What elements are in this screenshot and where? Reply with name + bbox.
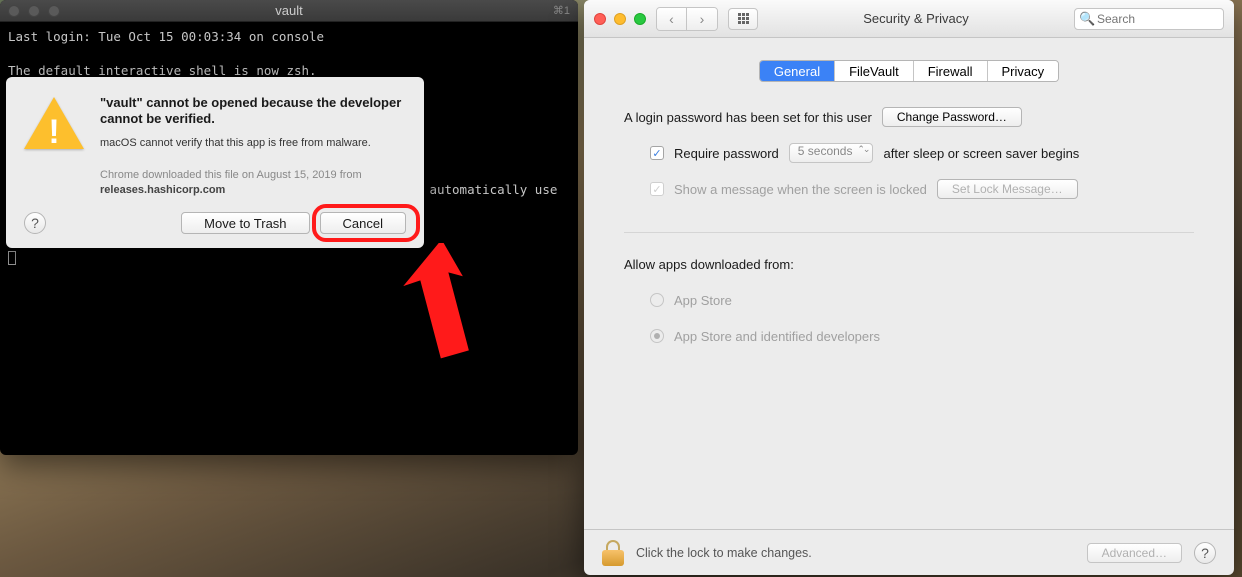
grid-icon bbox=[738, 13, 749, 24]
login-password-text: A login password has been set for this u… bbox=[624, 110, 872, 125]
cancel-label: Cancel bbox=[343, 216, 383, 231]
warning-icon: ! bbox=[24, 95, 84, 155]
terminal-titlebar: vault ⌘1 bbox=[0, 0, 578, 22]
prefs-footer: Click the lock to make changes. Advanced… bbox=[584, 529, 1234, 575]
prefs-body: A login password has been set for this u… bbox=[584, 82, 1234, 349]
prefs-traffic-lights bbox=[594, 13, 646, 25]
dialog-meta-source: releases.hashicorp.com bbox=[100, 184, 225, 196]
tab-privacy-label: Privacy bbox=[1002, 64, 1045, 79]
lock-icon[interactable] bbox=[602, 540, 624, 566]
tab-firewall[interactable]: Firewall bbox=[913, 61, 987, 81]
allow-identified-label: App Store and identified developers bbox=[674, 329, 880, 344]
zoom-icon[interactable] bbox=[634, 13, 646, 25]
set-lock-message-label: Set Lock Message… bbox=[952, 182, 1063, 196]
forward-button[interactable]: › bbox=[687, 8, 717, 30]
tab-general[interactable]: General bbox=[760, 61, 834, 81]
dialog-meta-prefix: Chrome downloaded this file on August 15… bbox=[100, 169, 362, 181]
prefs-title: Security & Privacy bbox=[768, 11, 1064, 26]
dialog-subtitle: macOS cannot verify that this app is fre… bbox=[100, 136, 406, 151]
change-password-button[interactable]: Change Password… bbox=[882, 107, 1022, 127]
terminal-title: vault bbox=[0, 3, 578, 18]
advanced-button: Advanced… bbox=[1087, 543, 1182, 563]
require-password-label: Require password bbox=[674, 146, 779, 161]
advanced-label: Advanced… bbox=[1102, 546, 1167, 560]
allow-apps-label: Allow apps downloaded from: bbox=[624, 257, 794, 272]
term-line: Last login: Tue Oct 15 00:03:34 on conso… bbox=[8, 29, 324, 44]
tab-privacy[interactable]: Privacy bbox=[987, 61, 1059, 81]
allow-identified-radio bbox=[650, 329, 664, 343]
allow-appstore-label: App Store bbox=[674, 293, 732, 308]
terminal-cursor bbox=[8, 251, 16, 265]
search-input[interactable] bbox=[1074, 8, 1224, 30]
prefs-help-button[interactable]: ? bbox=[1194, 542, 1216, 564]
allow-appstore-radio bbox=[650, 293, 664, 307]
tab-general-label: General bbox=[774, 64, 820, 79]
help-button[interactable]: ? bbox=[24, 212, 46, 234]
tab-firewall-label: Firewall bbox=[928, 64, 973, 79]
require-delay-value: 5 seconds bbox=[798, 144, 853, 158]
search-icon: 🔍 bbox=[1079, 11, 1095, 27]
help-icon: ? bbox=[1201, 545, 1209, 561]
back-button[interactable]: ‹ bbox=[657, 8, 687, 30]
tab-filevault[interactable]: FileVault bbox=[834, 61, 913, 81]
set-lock-message-button: Set Lock Message… bbox=[937, 179, 1078, 199]
term-line: The default interactive shell is now zsh… bbox=[8, 63, 317, 78]
tab-filevault-label: FileVault bbox=[849, 64, 899, 79]
system-preferences-window: ‹ › Security & Privacy 🔍 General FileVau… bbox=[584, 0, 1234, 575]
require-password-suffix: after sleep or screen saver begins bbox=[883, 146, 1079, 161]
gatekeeper-dialog: ! "vault" cannot be opened because the d… bbox=[6, 77, 424, 248]
cancel-button[interactable]: Cancel bbox=[320, 212, 406, 234]
help-icon: ? bbox=[31, 215, 39, 231]
nav-back-forward: ‹ › bbox=[656, 7, 718, 31]
dialog-title: "vault" cannot be opened because the dev… bbox=[100, 95, 406, 128]
require-password-checkbox[interactable] bbox=[650, 146, 664, 160]
show-message-checkbox bbox=[650, 182, 664, 196]
search-wrap: 🔍 bbox=[1074, 8, 1224, 30]
lock-text: Click the lock to make changes. bbox=[636, 546, 1075, 560]
move-to-trash-label: Move to Trash bbox=[204, 216, 286, 231]
show-all-button[interactable] bbox=[728, 8, 758, 30]
change-password-label: Change Password… bbox=[897, 110, 1007, 124]
show-message-label: Show a message when the screen is locked bbox=[674, 182, 927, 197]
minimize-icon[interactable] bbox=[614, 13, 626, 25]
move-to-trash-button[interactable]: Move to Trash bbox=[181, 212, 309, 234]
prefs-toolbar: ‹ › Security & Privacy 🔍 bbox=[584, 0, 1234, 38]
prefs-tabs: General FileVault Firewall Privacy bbox=[584, 60, 1234, 82]
close-icon[interactable] bbox=[594, 13, 606, 25]
require-password-delay-select[interactable]: 5 seconds bbox=[789, 143, 874, 163]
divider bbox=[624, 232, 1194, 233]
dialog-meta: Chrome downloaded this file on August 15… bbox=[100, 168, 406, 198]
